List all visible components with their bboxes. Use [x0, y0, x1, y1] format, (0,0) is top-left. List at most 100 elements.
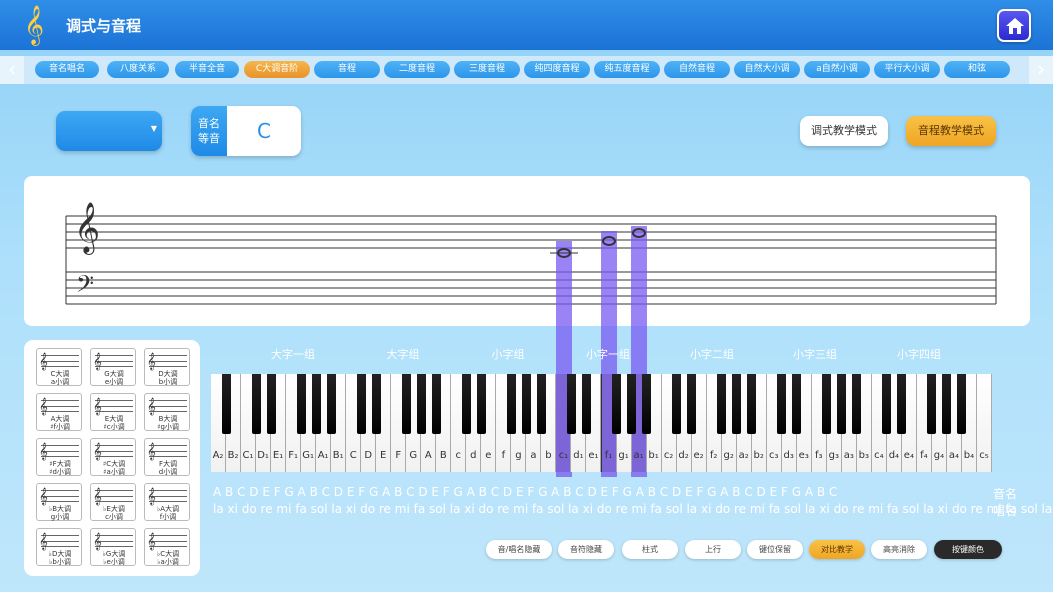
white-key-label: g₂ [723, 450, 734, 461]
key-signature-button[interactable]: 𝄞 C大调 a小调 [36, 348, 82, 386]
black-key[interactable] [221, 374, 231, 434]
control-button-2[interactable]: 柱式 [622, 540, 678, 559]
control-button-6[interactable]: 高亮消除 [871, 540, 927, 559]
octave-group-label: 大字组 [386, 348, 420, 361]
control-button-7[interactable]: 按键颜色 [934, 540, 1002, 559]
white-key-label: a₄ [948, 450, 960, 461]
black-key[interactable] [627, 374, 637, 434]
white-key-label: b [545, 450, 552, 461]
white-key-label: f₄ [920, 450, 928, 461]
white-key-label: d [470, 450, 477, 461]
white-key-label: f [501, 450, 506, 461]
key-signature-button[interactable]: 𝄞 E大调 ♯c小调 [90, 393, 136, 431]
white-key-label: b₄ [963, 450, 975, 461]
key-signature-button[interactable]: 𝄞 ♯C大调 ♯a小调 [90, 438, 136, 476]
key-signature-button[interactable]: 𝄞 ♭G大调 ♭e小调 [90, 528, 136, 566]
black-key[interactable] [777, 374, 787, 434]
black-key[interactable] [852, 374, 862, 434]
control-button-5[interactable]: 对比教学 [809, 540, 865, 559]
black-key[interactable] [642, 374, 652, 434]
black-key[interactable] [476, 374, 486, 434]
key-signature-button[interactable]: 𝄞 ♭B大调 g小调 [36, 483, 82, 521]
note-a1 [632, 228, 646, 238]
control-button-4[interactable]: 键位保留 [747, 540, 803, 559]
white-key-label: f₁ [604, 450, 613, 461]
white-key-label: g₁ [618, 450, 629, 461]
solfege-label: 唱名 [993, 504, 1018, 518]
white-key-label: F₁ [288, 450, 298, 461]
black-key[interactable] [311, 374, 321, 434]
black-key[interactable] [566, 374, 576, 434]
octave-group-label: 小字一组 [586, 348, 630, 361]
black-key[interactable] [837, 374, 847, 434]
black-key[interactable] [296, 374, 306, 434]
white-key-label: E₁ [272, 450, 284, 461]
black-key[interactable] [461, 374, 471, 434]
black-key[interactable] [732, 374, 742, 434]
black-key[interactable] [401, 374, 411, 434]
black-key[interactable] [326, 374, 336, 434]
black-key[interactable] [416, 374, 426, 434]
white-key-label: c₁ [558, 450, 569, 461]
key-signature-button[interactable]: 𝄞 G大调 e小调 [90, 348, 136, 386]
solfege-row: la xi do re mi fa sol la xi do re mi fa … [213, 502, 1053, 516]
black-key[interactable] [942, 374, 952, 434]
note-f1 [602, 236, 616, 246]
white-key-label: A₁ [317, 450, 329, 461]
black-key[interactable] [251, 374, 261, 434]
black-key[interactable] [521, 374, 531, 434]
white-key-label: c₂ [663, 450, 674, 461]
black-key[interactable] [822, 374, 832, 434]
white-key-label: G [409, 450, 418, 461]
control-button-1[interactable]: 音符隐藏 [558, 540, 614, 559]
key-signature-button[interactable]: 𝄞 B大调 ♯g小调 [144, 393, 190, 431]
octave-group-label: 小字三组 [793, 348, 837, 361]
key-signature-button[interactable]: 𝄞 ♭D大调 ♭b小调 [36, 528, 82, 566]
key-signature-button[interactable]: 𝄞 ♭E大调 c小调 [90, 483, 136, 521]
black-key[interactable] [672, 374, 682, 434]
key-signature-button[interactable]: 𝄞 ♭A大调 f小调 [144, 483, 190, 521]
octave-group-label: 小字组 [491, 348, 525, 361]
key-signature-button[interactable]: 𝄞 ♯F大调 ♯d小调 [36, 438, 82, 476]
white-key-label: E [380, 450, 387, 461]
black-key[interactable] [506, 374, 516, 434]
black-key[interactable] [687, 374, 697, 434]
white-key-label: d₃ [783, 450, 794, 461]
black-key[interactable] [927, 374, 937, 434]
black-key[interactable] [792, 374, 802, 434]
octave-group-label: 小字二组 [690, 348, 734, 361]
white-key-label: g₃ [828, 450, 839, 461]
white-key-label: G₁ [302, 450, 314, 461]
black-key[interactable] [717, 374, 727, 434]
white-key-label: a₁ [633, 450, 644, 461]
black-key[interactable] [612, 374, 621, 434]
black-key[interactable] [957, 374, 967, 434]
black-key[interactable] [897, 374, 907, 434]
white-key-label: e [485, 450, 492, 461]
black-key[interactable] [356, 374, 366, 434]
white-key-label: D₁ [257, 450, 269, 461]
black-key[interactable] [266, 374, 276, 434]
key-signature-button[interactable]: 𝄞 ♭C大调 ♭a小调 [144, 528, 190, 566]
black-key[interactable] [882, 374, 892, 434]
control-button-0[interactable]: 音/唱名隐藏 [486, 540, 552, 559]
black-key[interactable] [581, 374, 591, 434]
white-key[interactable]: c₅ [976, 374, 992, 472]
white-key-label: g [515, 450, 522, 461]
black-key[interactable] [747, 374, 757, 434]
black-key[interactable] [431, 374, 441, 434]
white-key-label: B₁ [332, 450, 344, 461]
key-signature-button[interactable]: 𝄞 A大调 ♯f小调 [36, 393, 82, 431]
white-key-label: D [364, 450, 373, 461]
white-key-label: B₂ [227, 450, 239, 461]
white-key-label: F [395, 450, 402, 461]
black-key[interactable] [371, 374, 381, 434]
key-signature-button[interactable]: 𝄞 F大调 d小调 [144, 438, 190, 476]
white-key-label: A₂ [212, 450, 224, 461]
control-button-3[interactable]: 上行 [685, 540, 741, 559]
white-key-label: d₁ [573, 450, 584, 461]
white-key-label: b₂ [753, 450, 764, 461]
black-key[interactable] [536, 374, 546, 434]
white-key-label: d₂ [678, 450, 689, 461]
key-signature-button[interactable]: 𝄞 D大调 b小调 [144, 348, 190, 386]
